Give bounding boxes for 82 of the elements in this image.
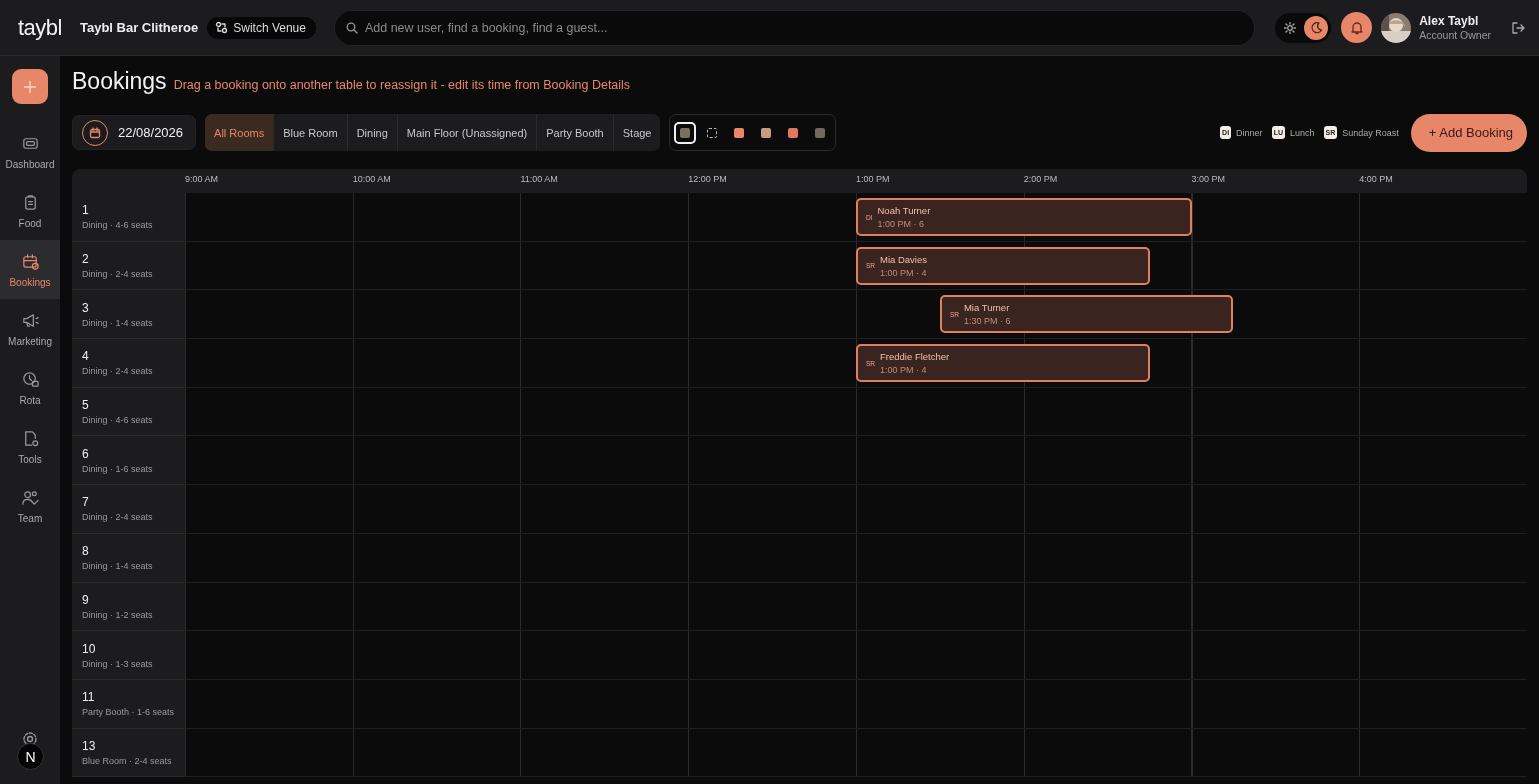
table-name: 1 bbox=[82, 203, 90, 218]
logo: taybl bbox=[18, 14, 62, 41]
table-name: 13 bbox=[82, 738, 97, 753]
sidebar-item[interactable]: Marketing bbox=[0, 299, 60, 358]
venue-name: Taybl Bar Clitheroe bbox=[80, 20, 199, 35]
date-picker[interactable]: 22/08/2026 bbox=[72, 115, 197, 150]
guest-name: Mia Turner bbox=[963, 302, 1011, 314]
table-name: 6 bbox=[82, 446, 90, 461]
sidebar-item[interactable]: Rota bbox=[0, 358, 60, 417]
calendar-icon bbox=[89, 126, 101, 139]
table-details: Dining · 1-3 seats bbox=[82, 658, 154, 669]
table-name: 9 bbox=[82, 592, 90, 607]
table-details: Dining · 2-4 seats bbox=[82, 512, 154, 523]
table-details: Dining · 1-2 seats bbox=[82, 609, 154, 620]
sun-icon bbox=[1284, 21, 1297, 34]
table-details: Dining · 2-4 seats bbox=[82, 366, 154, 377]
legend-label: Lunch bbox=[1289, 127, 1315, 138]
room-tab[interactable]: Main Floor (Unassigned) bbox=[397, 114, 538, 151]
room-tab[interactable]: Dining bbox=[347, 114, 398, 151]
plus-icon bbox=[22, 78, 38, 95]
guest-name: Mia Davies bbox=[880, 253, 928, 265]
page-hint: Drag a booking onto another table to reassign it - edit its time from Booking Details bbox=[173, 78, 631, 92]
add-button[interactable] bbox=[12, 69, 48, 104]
room-tab[interactable]: Party Booth bbox=[537, 114, 614, 151]
bell-icon bbox=[1349, 20, 1364, 35]
table-details: Dining · 1-4 seats bbox=[82, 317, 154, 328]
guest-name: Noah Turner bbox=[877, 205, 931, 216]
booking-time: 1:00 PM · 6 bbox=[877, 219, 926, 229]
swap-icon bbox=[215, 21, 229, 34]
dev-badge[interactable]: N bbox=[17, 743, 44, 770]
sidebar-item[interactable]: Food bbox=[0, 181, 60, 240]
sidebar-item[interactable]: Bookings bbox=[0, 240, 60, 299]
room-tab[interactable]: Blue Room bbox=[274, 114, 348, 151]
table-details: Dining · 2-4 seats bbox=[82, 269, 154, 280]
sidebar-item[interactable]: Dashboard bbox=[0, 122, 60, 181]
search-icon bbox=[345, 21, 358, 34]
sidebar-item[interactable]: Team bbox=[0, 476, 60, 535]
table-name: 11 bbox=[82, 690, 96, 705]
table-name: 3 bbox=[82, 300, 90, 315]
user-role: Account Owner bbox=[1419, 29, 1491, 41]
room-tab[interactable]: All Rooms bbox=[205, 114, 275, 151]
table-name: 7 bbox=[82, 495, 90, 510]
table-details: Blue Room · 2-4 seats bbox=[82, 755, 173, 766]
hour-label: 10:00 AM bbox=[352, 173, 392, 186]
add-booking-button[interactable]: + Add Booking bbox=[1410, 113, 1527, 152]
booking-time: 1:00 PM · 4 bbox=[880, 365, 928, 376]
notification-button[interactable] bbox=[1341, 12, 1373, 43]
sidebar-item[interactable]: Tools bbox=[0, 417, 60, 476]
logout-button[interactable] bbox=[1511, 20, 1525, 35]
calendar-icon bbox=[20, 251, 40, 271]
guest-name: Freddie Fletcher bbox=[880, 351, 950, 363]
clock-icon bbox=[20, 369, 40, 389]
table-name: 2 bbox=[82, 252, 90, 267]
hour-label: 9:00 AM bbox=[185, 173, 220, 186]
room-tab[interactable]: Stage bbox=[613, 114, 661, 151]
booking-time: 1:00 PM · 4 bbox=[880, 267, 928, 278]
user-name: Alex Taybl bbox=[1419, 14, 1480, 28]
table-details: Dining · 1-4 seats bbox=[82, 561, 154, 572]
hour-label: 12:00 PM bbox=[688, 173, 728, 186]
table-name: 10 bbox=[82, 641, 97, 656]
logout-icon bbox=[1511, 20, 1525, 35]
page-title: Bookings bbox=[72, 68, 167, 95]
booking-time: 1:30 PM · 6 bbox=[963, 316, 1011, 327]
table-name: 8 bbox=[82, 544, 90, 559]
legend-label: Dinner bbox=[1236, 127, 1263, 138]
table-name: 4 bbox=[82, 349, 90, 364]
table-name: 5 bbox=[82, 398, 90, 413]
search-field[interactable]: Add new user, find a booking, find a guest... bbox=[333, 9, 1256, 46]
hour-label: 3:00 PM bbox=[1191, 173, 1227, 186]
hour-label: 1:00 PM bbox=[856, 173, 891, 186]
legend-label: Sunday Roast bbox=[1342, 127, 1399, 138]
hour-label: 2:00 PM bbox=[1023, 173, 1059, 186]
table-details: Dining · 4-6 seats bbox=[82, 415, 154, 426]
moon-icon bbox=[1309, 21, 1323, 34]
hour-label: 11:00 AM bbox=[520, 173, 559, 186]
table-details: Dining · 4-6 seats bbox=[82, 220, 154, 231]
switch-venue-button[interactable]: Switch Venue bbox=[207, 16, 316, 39]
table-details: Dining · 1-6 seats bbox=[82, 463, 154, 474]
table-details: Party Booth · 1-6 seats bbox=[82, 707, 176, 718]
theme-toggle-button[interactable] bbox=[1304, 15, 1329, 40]
hour-label: 4:00 PM bbox=[1359, 173, 1394, 186]
color-swatch[interactable] bbox=[674, 121, 697, 144]
